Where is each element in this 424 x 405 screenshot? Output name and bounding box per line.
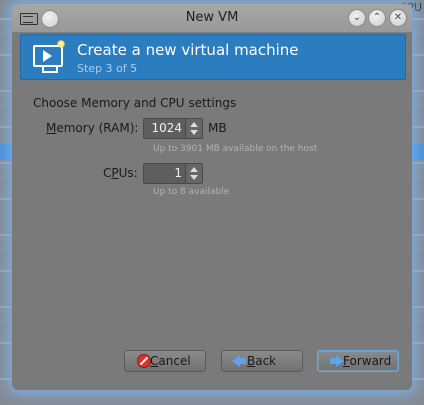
cancel-icon — [137, 354, 151, 368]
decrement-arrow-icon — [190, 130, 198, 135]
memory-spinbox[interactable]: 1024 — [143, 118, 203, 139]
back-button[interactable]: Back — [221, 350, 303, 372]
close-button[interactable]: ✕ — [389, 9, 407, 27]
wizard-title: Create a new virtual machine — [77, 41, 299, 59]
virtual-machine-monitor-icon — [33, 40, 65, 73]
background-selected-row-right — [410, 144, 424, 160]
cpus-label: CPUs: — [103, 166, 138, 180]
cpus-stepper[interactable] — [185, 164, 202, 183]
minimize-button[interactable]: ⌄ — [348, 9, 366, 27]
cancel-button[interactable]: Cancel — [124, 350, 206, 372]
cpus-spinbox[interactable]: 1 — [143, 163, 203, 184]
memory-stepper[interactable] — [185, 119, 202, 138]
wizard-header-banner: Create a new virtual machine Step 3 of 5 — [20, 34, 406, 80]
titlebar: New VM ⌄ ⌃ ✕ — [12, 4, 412, 33]
memory-hint: Up to 3901 MB available on the host — [153, 144, 318, 154]
cpus-value[interactable]: 1 — [174, 164, 182, 183]
chevron-up-icon: ⌃ — [372, 12, 382, 23]
forward-button[interactable]: Forward — [317, 350, 399, 372]
section-title: Choose Memory and CPU settings — [33, 96, 237, 110]
wizard-step: Step 3 of 5 — [77, 62, 138, 75]
decrement-arrow-icon — [190, 175, 198, 180]
increment-arrow-icon — [190, 167, 198, 172]
cpus-hint: Up to 8 available — [153, 187, 230, 197]
close-icon: ✕ — [393, 12, 403, 23]
back-arrow-icon — [232, 355, 246, 367]
chevron-down-icon: ⌄ — [352, 12, 362, 23]
memory-unit: MB — [208, 121, 227, 135]
increment-arrow-icon — [190, 122, 198, 127]
memory-label: Memory (RAM): — [46, 121, 139, 135]
maximize-button[interactable]: ⌃ — [368, 9, 386, 27]
memory-value[interactable]: 1024 — [151, 119, 182, 138]
new-vm-dialog: New VM ⌄ ⌃ ✕ Create a new virtual machin… — [12, 4, 412, 390]
